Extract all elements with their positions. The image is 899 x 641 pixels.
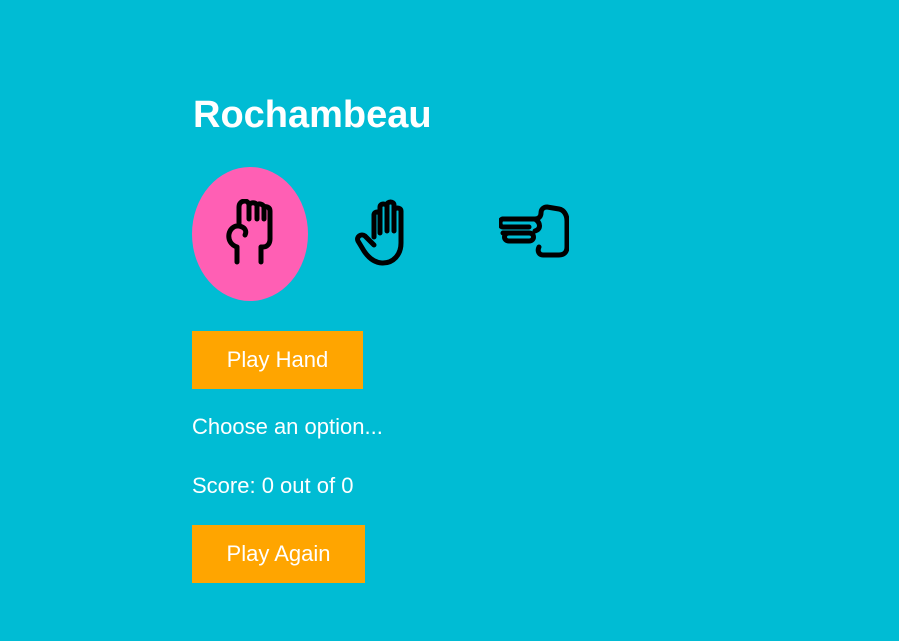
choice-paper[interactable] bbox=[331, 167, 447, 301]
score-text: Score: 0 out of 0 bbox=[192, 473, 354, 498]
fist-icon bbox=[226, 199, 273, 265]
play-again-button[interactable]: Play Again bbox=[192, 525, 365, 583]
choice-rock[interactable] bbox=[192, 167, 308, 301]
hand-choices bbox=[192, 167, 612, 301]
two-fingers-icon bbox=[499, 204, 569, 258]
status-message: Choose an option... bbox=[192, 414, 383, 439]
game-title: Rochambeau bbox=[193, 94, 432, 136]
choice-scissors[interactable] bbox=[476, 167, 592, 301]
open-hand-icon bbox=[355, 199, 404, 266]
play-hand-button[interactable]: Play Hand bbox=[192, 331, 363, 389]
